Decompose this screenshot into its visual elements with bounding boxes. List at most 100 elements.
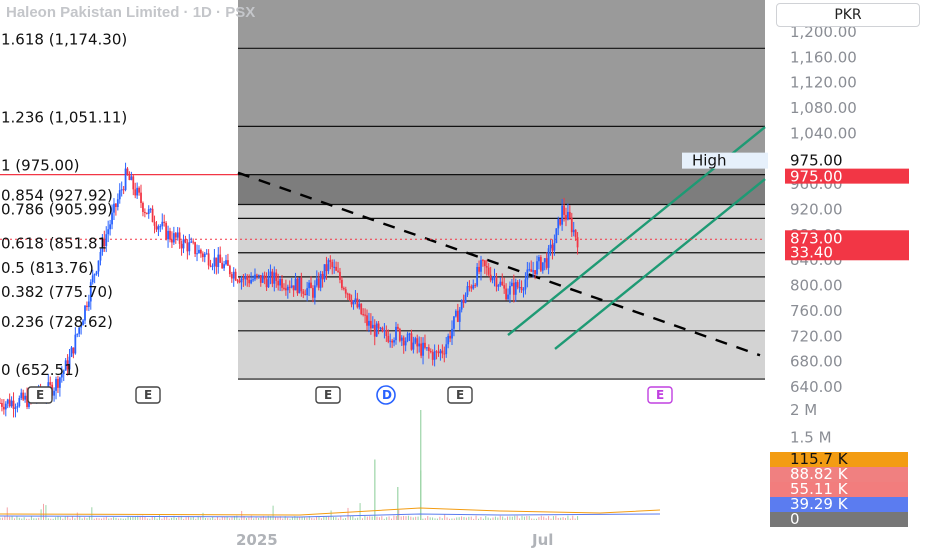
candle-body xyxy=(559,218,562,225)
candle-body xyxy=(167,230,169,240)
candle-body xyxy=(188,242,191,252)
candle-body xyxy=(308,282,310,289)
candle-body xyxy=(107,229,110,235)
candle-body xyxy=(87,301,90,308)
candle-body xyxy=(182,239,185,249)
candle-body xyxy=(567,211,569,220)
candle-body xyxy=(165,222,168,240)
candle-body xyxy=(310,282,312,289)
candle-body xyxy=(482,260,484,262)
candle-body xyxy=(18,398,21,407)
candle-body xyxy=(447,335,450,345)
candle-body xyxy=(72,347,75,354)
candle-body xyxy=(257,274,260,276)
candle-body xyxy=(406,333,409,341)
candle-body xyxy=(205,253,208,255)
candle-body xyxy=(248,279,251,284)
volume-axis-tick: 1.5 M xyxy=(790,429,832,447)
candle-body xyxy=(570,218,573,233)
candle-body xyxy=(99,251,102,261)
candle-body xyxy=(468,286,471,288)
candle-body xyxy=(6,399,9,404)
candle-body xyxy=(76,333,79,335)
candle-body xyxy=(10,400,13,407)
candle-body xyxy=(439,350,442,354)
candle-body xyxy=(369,320,372,329)
candle-body xyxy=(478,266,480,272)
earnings-marker-label: E xyxy=(456,388,464,402)
high-tag-label: High xyxy=(692,152,726,170)
candle-body xyxy=(516,282,519,288)
candle-body xyxy=(557,218,560,229)
candle-body xyxy=(389,340,392,342)
candle-body xyxy=(383,330,386,332)
candle-body xyxy=(528,269,531,271)
candle-body xyxy=(151,208,154,223)
candle-body xyxy=(128,174,131,181)
candle-body xyxy=(97,260,100,272)
candle-body xyxy=(364,314,366,316)
candle-body xyxy=(0,402,1,404)
candle-body xyxy=(198,249,200,254)
candle-body xyxy=(215,257,218,268)
candle-body xyxy=(329,260,332,263)
candle-body xyxy=(462,300,465,303)
price-axis-tick: 720.00 xyxy=(790,327,843,345)
currency-button[interactable]: PKR xyxy=(776,3,920,27)
candle-body xyxy=(319,273,322,288)
candle-body xyxy=(576,237,579,248)
earnings-marker-label: E xyxy=(36,388,44,402)
candle-body xyxy=(541,262,544,271)
candle-body xyxy=(122,189,125,191)
candle-body xyxy=(132,176,135,190)
candle-body xyxy=(186,242,189,252)
candle-body xyxy=(510,282,513,286)
candle-body xyxy=(530,269,533,272)
candle-body xyxy=(277,280,280,286)
candle-body xyxy=(180,243,183,249)
candle-body xyxy=(149,208,152,210)
volume-axis-tick: 2 M xyxy=(790,401,817,419)
candle-body xyxy=(441,350,444,354)
candle-body xyxy=(563,205,565,215)
candle-body xyxy=(95,271,98,275)
fib-zone-top xyxy=(238,0,765,49)
candle-body xyxy=(174,233,177,238)
candle-body xyxy=(341,279,343,288)
candle-body xyxy=(199,249,202,254)
candle-body xyxy=(509,285,511,295)
fib-label: 1.618 (1,174.30) xyxy=(1,30,127,48)
candle-body xyxy=(130,176,133,181)
candle-body xyxy=(325,264,328,272)
candle-body xyxy=(1,403,3,407)
candle-body xyxy=(22,392,25,400)
candle-body xyxy=(460,300,463,310)
level-tag-value: 975.00 xyxy=(790,168,843,186)
candle-body xyxy=(118,190,121,200)
chart-watermark: Haleon Pakistan Limited · 1D · PSX xyxy=(6,4,255,21)
earnings-marker-label: E xyxy=(144,388,152,402)
candle-body xyxy=(512,282,515,295)
candle-body xyxy=(142,202,144,212)
candle-body xyxy=(109,224,112,230)
candle-body xyxy=(454,310,457,317)
candle-body xyxy=(184,239,187,243)
candle-body xyxy=(254,274,256,280)
candle-body xyxy=(456,310,459,322)
candle-body xyxy=(483,260,486,267)
candle-body xyxy=(524,279,527,290)
candle-body xyxy=(368,320,370,326)
candle-body xyxy=(246,276,249,280)
candle-body xyxy=(327,260,330,272)
candle-body xyxy=(398,328,401,341)
fib-label: 1.236 (1,051.11) xyxy=(1,108,127,126)
candle-body xyxy=(518,287,521,289)
candle-body xyxy=(300,277,303,292)
candle-body xyxy=(572,229,575,233)
candle-body xyxy=(534,270,536,275)
candle-body xyxy=(161,221,164,227)
candle-body xyxy=(555,228,558,243)
price-chart[interactable]: 1.618 (1,174.30) 1.236 (1,051.11) 1 (975.0… xyxy=(0,0,932,550)
candle-body xyxy=(157,226,160,230)
candle-body xyxy=(400,337,403,341)
